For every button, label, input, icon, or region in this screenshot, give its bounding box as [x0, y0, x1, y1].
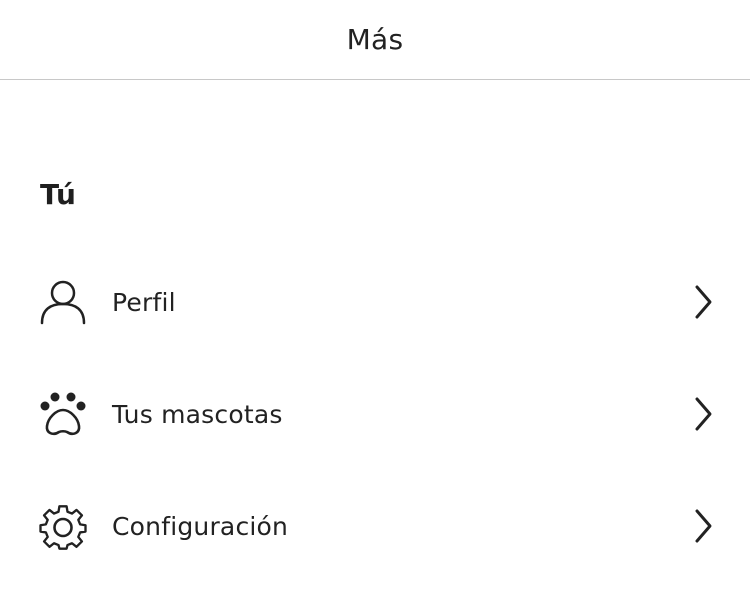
- menu-item-label: Configuración: [112, 511, 289, 541]
- menu-item-pets[interactable]: Tus mascotas: [0, 374, 750, 454]
- top-bar: Más: [0, 0, 750, 80]
- chevron-right-icon: [688, 506, 718, 546]
- gear-icon: [38, 501, 88, 551]
- section-title: Tú: [40, 178, 76, 211]
- paw-icon: [38, 389, 88, 439]
- menu-item-settings[interactable]: Configuración: [0, 486, 750, 566]
- chevron-right-icon: [688, 394, 718, 434]
- menu-item-profile[interactable]: Perfil: [0, 262, 750, 342]
- user-icon: [38, 277, 88, 327]
- chevron-right-icon: [688, 282, 718, 322]
- menu-item-label: Perfil: [112, 287, 176, 317]
- menu-item-label: Tus mascotas: [112, 399, 283, 429]
- page-title: Más: [346, 23, 404, 56]
